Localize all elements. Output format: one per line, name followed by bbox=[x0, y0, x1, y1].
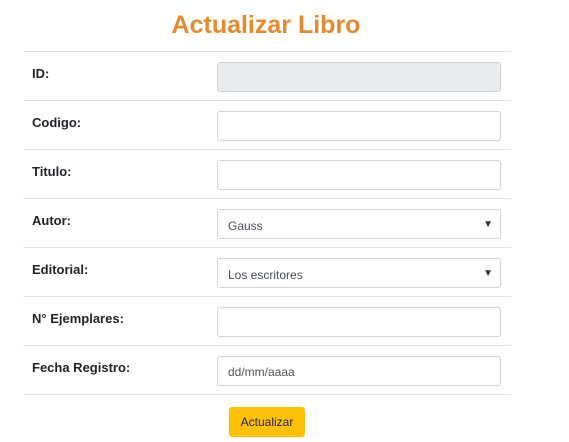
fecha-registro-input[interactable]: dd/mm/aaaa bbox=[217, 356, 501, 386]
titulo-label: Titulo: bbox=[32, 164, 72, 179]
fecha-registro-label: Fecha Registro: bbox=[32, 360, 131, 375]
form-row-ejemplares: N° Ejemplares: bbox=[23, 296, 511, 345]
autor-label: Autor: bbox=[32, 213, 71, 228]
titulo-input[interactable] bbox=[217, 160, 501, 190]
actualizar-button[interactable]: Actualizar bbox=[229, 407, 305, 437]
ejemplares-input[interactable] bbox=[217, 307, 501, 337]
caret-down-icon: ▼ bbox=[483, 219, 493, 230]
id-input bbox=[217, 62, 501, 92]
autor-select[interactable]: Gauss ▼ bbox=[217, 209, 501, 239]
codigo-label: Codigo: bbox=[32, 115, 82, 130]
editorial-select[interactable]: Los escritores ▼ bbox=[217, 258, 501, 288]
fecha-registro-placeholder: dd/mm/aaaa bbox=[228, 365, 295, 379]
caret-down-icon: ▼ bbox=[483, 268, 493, 279]
form-row-fecha-registro: Fecha Registro: dd/mm/aaaa bbox=[23, 345, 511, 395]
editorial-label: Editorial: bbox=[32, 262, 89, 277]
id-label: ID: bbox=[32, 66, 50, 81]
update-book-form: ID: Codigo: Titulo: Autor: Gauss ▼ Edito… bbox=[23, 51, 511, 395]
form-row-autor: Autor: Gauss ▼ bbox=[23, 198, 511, 247]
ejemplares-label: N° Ejemplares: bbox=[32, 311, 124, 326]
form-row-editorial: Editorial: Los escritores ▼ bbox=[23, 247, 511, 296]
page-title: Actualizar Libro bbox=[171, 11, 361, 39]
form-row-codigo: Codigo: bbox=[23, 100, 511, 149]
form-row-id: ID: bbox=[23, 51, 511, 100]
codigo-input[interactable] bbox=[217, 111, 501, 141]
autor-selected-value: Gauss bbox=[228, 219, 263, 233]
form-row-titulo: Titulo: bbox=[23, 149, 511, 198]
editorial-selected-value: Los escritores bbox=[228, 268, 303, 282]
